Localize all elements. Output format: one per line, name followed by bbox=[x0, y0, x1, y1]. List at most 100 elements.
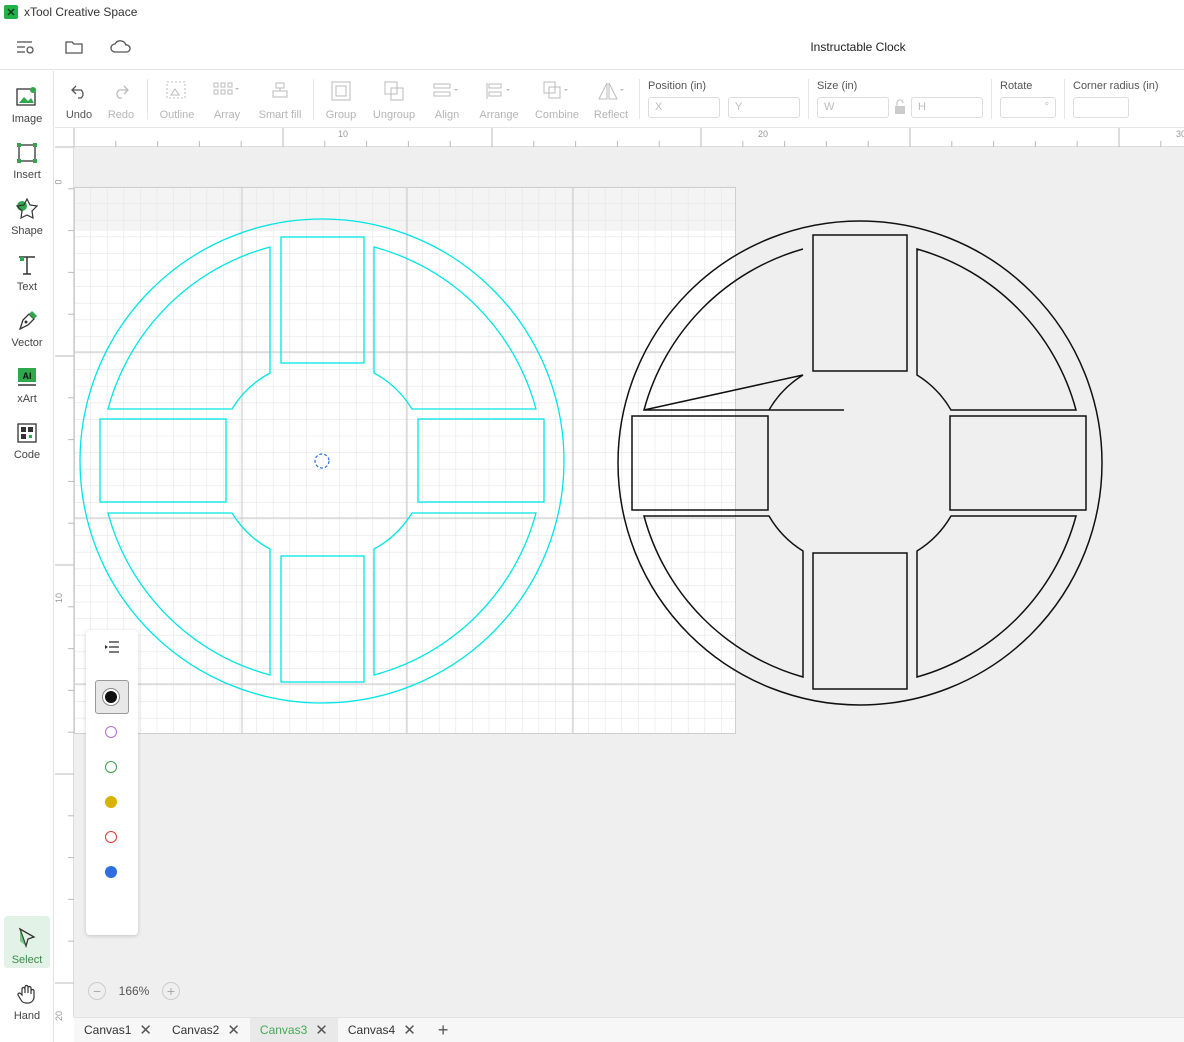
layer-blue-dot[interactable] bbox=[105, 866, 117, 878]
undo-icon bbox=[65, 79, 93, 103]
folder-icon[interactable] bbox=[63, 36, 85, 58]
title-bar: ✕ xTool Creative Space bbox=[0, 0, 1184, 24]
close-icon[interactable]: ✕ bbox=[403, 1021, 416, 1039]
text-tool[interactable]: Text bbox=[4, 243, 50, 295]
layer-black-dot bbox=[105, 691, 117, 703]
group-icon bbox=[327, 79, 355, 103]
size-w-input[interactable]: W bbox=[817, 97, 889, 118]
tab-canvas3[interactable]: Canvas3 ✕ bbox=[249, 1018, 338, 1042]
ruler-left-label: 0 bbox=[53, 179, 64, 185]
layer-red-dot[interactable] bbox=[105, 831, 117, 843]
undo-button[interactable]: Undo bbox=[61, 79, 97, 123]
ruler-left-label: 10 bbox=[54, 592, 65, 604]
size-label: Size (in) bbox=[817, 80, 858, 92]
zoom-out-button[interactable]: − bbox=[88, 982, 106, 1000]
text-icon bbox=[15, 253, 39, 277]
ruler-top-label: 30 bbox=[1176, 129, 1184, 139]
xart-tool[interactable]: AI xArt bbox=[4, 355, 50, 407]
ruler-left: 0 10 20 bbox=[53, 146, 74, 1021]
close-icon[interactable]: ✕ bbox=[139, 1021, 152, 1039]
image-tool[interactable]: Image bbox=[4, 75, 50, 127]
outline-button[interactable]: Outline bbox=[155, 79, 199, 123]
combine-button[interactable]: Combine bbox=[531, 79, 583, 123]
array-button[interactable]: Array bbox=[205, 79, 249, 123]
xart-ai-icon: AI bbox=[15, 365, 39, 389]
arrange-button[interactable]: Arrange bbox=[475, 79, 523, 123]
ruler-top-label: 20 bbox=[758, 129, 769, 139]
group-button[interactable]: Group bbox=[321, 79, 361, 123]
ruler-left-label: 20 bbox=[54, 1010, 65, 1022]
insert-icon bbox=[15, 141, 39, 165]
canvas-tabs: Canvas1 ✕ Canvas2 ✕ Canvas3 ✕ Canvas4 ✕ + bbox=[74, 1017, 1184, 1042]
smart-fill-icon bbox=[266, 79, 294, 103]
code-tool[interactable]: Code bbox=[4, 411, 50, 463]
reflect-button[interactable]: Reflect bbox=[589, 79, 633, 123]
lock-ratio-icon[interactable] bbox=[893, 99, 907, 115]
layer-palette bbox=[86, 630, 138, 935]
vector-tool[interactable]: Vector bbox=[4, 299, 50, 351]
toolbar-divider bbox=[147, 79, 148, 119]
align-button[interactable]: Align bbox=[427, 79, 467, 123]
toolbar-divider bbox=[313, 79, 314, 119]
array-icon bbox=[213, 79, 241, 103]
xart-badge: AI bbox=[23, 371, 32, 381]
ungroup-button[interactable]: Ungroup bbox=[369, 79, 419, 123]
close-icon[interactable]: ✕ bbox=[227, 1021, 240, 1039]
zoom-level: 166% bbox=[118, 984, 150, 998]
hand-icon bbox=[15, 982, 39, 1006]
corner-radius-label: Corner radius (in) bbox=[1073, 80, 1159, 92]
property-toolbar: Undo Redo Outline Array Smart fill Group… bbox=[55, 71, 1184, 128]
reflect-icon bbox=[597, 79, 625, 103]
canvas-workspace[interactable] bbox=[74, 147, 1184, 1017]
layer-purple-dot[interactable] bbox=[105, 726, 117, 738]
tab-canvas4[interactable]: Canvas4 ✕ bbox=[338, 1018, 426, 1042]
add-tab-button[interactable]: + bbox=[432, 1020, 455, 1041]
layer-green-dot[interactable] bbox=[105, 761, 117, 773]
toolbar-divider bbox=[639, 79, 640, 119]
size-h-input[interactable]: H bbox=[911, 97, 983, 118]
redo-icon bbox=[107, 79, 135, 103]
tab-canvas1[interactable]: Canvas1 ✕ bbox=[74, 1018, 162, 1042]
ungroup-icon bbox=[380, 79, 408, 103]
app-name: xTool Creative Space bbox=[24, 5, 138, 19]
left-toolbar: Image Insert Shape Text Vector AI xArt C… bbox=[0, 71, 54, 1042]
zoom-control: − 166% + bbox=[88, 980, 180, 1002]
toolbar-divider bbox=[1064, 79, 1065, 119]
insert-tool[interactable]: Insert bbox=[4, 131, 50, 183]
qr-code-icon bbox=[15, 421, 39, 445]
document-title: Instructable Clock bbox=[810, 40, 906, 54]
toolbar-divider bbox=[808, 79, 809, 119]
header-bar: Instructable Clock bbox=[0, 24, 1184, 70]
align-icon bbox=[433, 79, 461, 103]
layer-list-icon[interactable] bbox=[104, 640, 120, 659]
select-tool[interactable]: Select bbox=[4, 916, 50, 968]
redo-button[interactable]: Redo bbox=[103, 79, 139, 123]
ruler-top-label: 10 bbox=[338, 129, 349, 139]
select-cursor-icon bbox=[15, 926, 39, 950]
vector-pen-icon bbox=[15, 309, 39, 333]
close-icon[interactable]: ✕ bbox=[315, 1021, 328, 1039]
outline-icon bbox=[163, 79, 191, 103]
combine-icon bbox=[543, 79, 571, 103]
tab-canvas2[interactable]: Canvas2 ✕ bbox=[162, 1018, 250, 1042]
position-y-input[interactable]: Y bbox=[728, 97, 800, 118]
app-window: ✕ xTool Creative Space Instructable Cloc… bbox=[0, 0, 1184, 1042]
shape-tool[interactable]: Shape bbox=[4, 187, 50, 239]
corner-radius-input[interactable] bbox=[1073, 97, 1129, 118]
menu-settings-icon[interactable] bbox=[15, 36, 37, 58]
position-x-input[interactable]: X bbox=[648, 97, 720, 118]
cloud-icon[interactable] bbox=[110, 36, 132, 58]
shape-icon bbox=[15, 197, 39, 221]
position-label: Position (in) bbox=[648, 80, 707, 92]
hand-tool[interactable]: Hand bbox=[4, 972, 50, 1024]
ruler-top: 10 20 30 bbox=[55, 128, 1184, 147]
rotate-label: Rotate bbox=[1000, 80, 1033, 92]
image-icon bbox=[15, 85, 39, 109]
arrange-icon bbox=[485, 79, 513, 103]
app-logo-icon: ✕ bbox=[4, 5, 18, 19]
rotate-input[interactable]: ° bbox=[1000, 97, 1056, 118]
smart-fill-button[interactable]: Smart fill bbox=[255, 79, 305, 123]
toolbar-divider bbox=[991, 79, 992, 119]
layer-yellow-dot[interactable] bbox=[105, 796, 117, 808]
zoom-in-button[interactable]: + bbox=[161, 982, 180, 1000]
